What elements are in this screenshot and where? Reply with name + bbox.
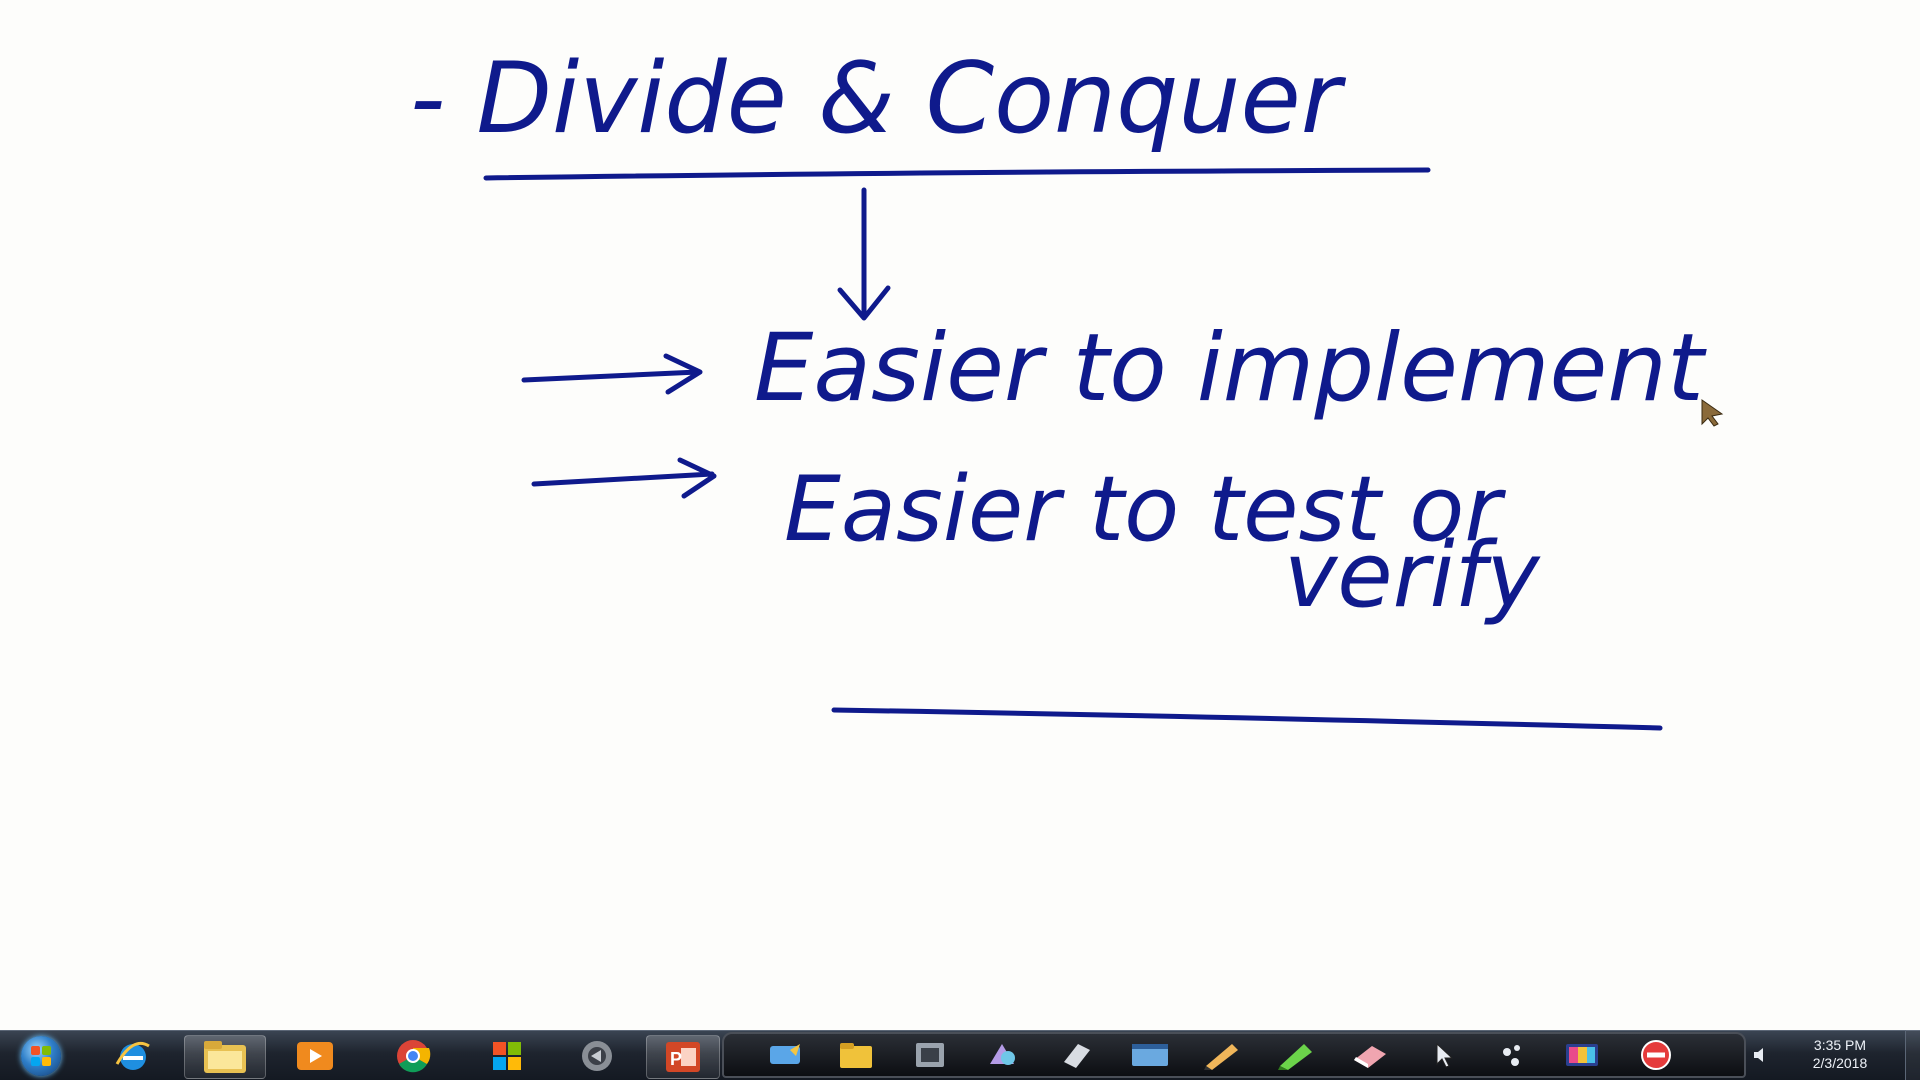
folder-icon (840, 1043, 872, 1068)
ink-close-tool[interactable] (1628, 1038, 1684, 1072)
taskbar-chrome[interactable] (382, 1035, 444, 1077)
clock[interactable]: 3:35 PM 2/3/2018 (1794, 1036, 1886, 1072)
chrome-icon (397, 1040, 431, 1073)
page-icon (1064, 1044, 1090, 1068)
arrow-tool-icon (770, 1044, 800, 1064)
start-button[interactable] (8, 1034, 74, 1078)
bottom-line (831, 707, 1663, 731)
taskbar-windows-flag-app[interactable] (476, 1035, 538, 1077)
grey-disc-app-icon (582, 1041, 612, 1071)
point-verify: verify (1284, 523, 1541, 628)
windows-start-orb-icon (21, 1036, 61, 1076)
color-palette-icon (1566, 1044, 1598, 1066)
heading-underline (483, 167, 1431, 181)
ink-highlighter-tool[interactable] (1268, 1038, 1324, 1072)
ink-film-tool[interactable] (902, 1038, 958, 1072)
ink-page-tool[interactable] (1048, 1038, 1104, 1072)
bullet-arrow-1 (521, 353, 703, 395)
down-arrow (837, 187, 891, 321)
file-explorer-icon (204, 1041, 246, 1073)
ink-cursor-tool[interactable] (1414, 1038, 1470, 1072)
volume-icon[interactable] (1752, 1046, 1770, 1064)
cursor-icon (1436, 1042, 1454, 1068)
ink-folder-tool[interactable] (828, 1038, 884, 1072)
whiteboard-canvas[interactable]: - Divide & Conquer Easier to implement E… (0, 0, 1920, 1030)
heading-text: - Divide & Conquer (410, 42, 1347, 156)
powerpoint-icon: P (666, 1042, 700, 1072)
media-player-icon (297, 1042, 333, 1070)
taskbar-powerpoint[interactable]: P (646, 1035, 720, 1079)
screen-icon (1132, 1044, 1168, 1066)
ink-arrow-tool[interactable] (758, 1038, 814, 1072)
ink-dots-tool[interactable] (1484, 1038, 1540, 1072)
point-implement: Easier to implement (754, 314, 1707, 423)
show-desktop-button[interactable] (1905, 1030, 1920, 1080)
no-entry-icon (1641, 1040, 1671, 1070)
cursor-pointer-icon (1701, 399, 1724, 427)
svg-text:P: P (670, 1049, 682, 1069)
taskbar-internet-explorer[interactable] (102, 1035, 164, 1077)
internet-explorer-icon (115, 1041, 150, 1070)
taskbar-file-explorer[interactable] (184, 1035, 266, 1079)
taskbar-disc-app[interactable] (566, 1035, 628, 1077)
ink-color-tool[interactable] (1554, 1038, 1610, 1072)
eraser-icon (1354, 1046, 1386, 1068)
ink-toolbar (722, 1032, 1746, 1078)
film-icon (916, 1043, 944, 1067)
clock-time: 3:35 PM (1813, 1037, 1867, 1053)
pencil-icon (1204, 1044, 1238, 1070)
clock-date: 2/3/2018 (1812, 1055, 1868, 1071)
bullet-arrow-2 (531, 457, 717, 499)
taskbar-media-player[interactable] (284, 1035, 346, 1077)
windows-flag-app-icon (493, 1042, 521, 1070)
highlighter-icon (1278, 1044, 1312, 1070)
ink-shapes-tool[interactable] (974, 1038, 1030, 1072)
shapes-icon (990, 1044, 1015, 1065)
system-tray: 3:35 PM 2/3/2018 (1748, 1030, 1920, 1080)
ink-screen-tool[interactable] (1122, 1038, 1178, 1072)
ink-pencil-tool[interactable] (1194, 1038, 1250, 1072)
ink-eraser-tool[interactable] (1342, 1038, 1398, 1072)
dots-icon (1503, 1045, 1520, 1066)
